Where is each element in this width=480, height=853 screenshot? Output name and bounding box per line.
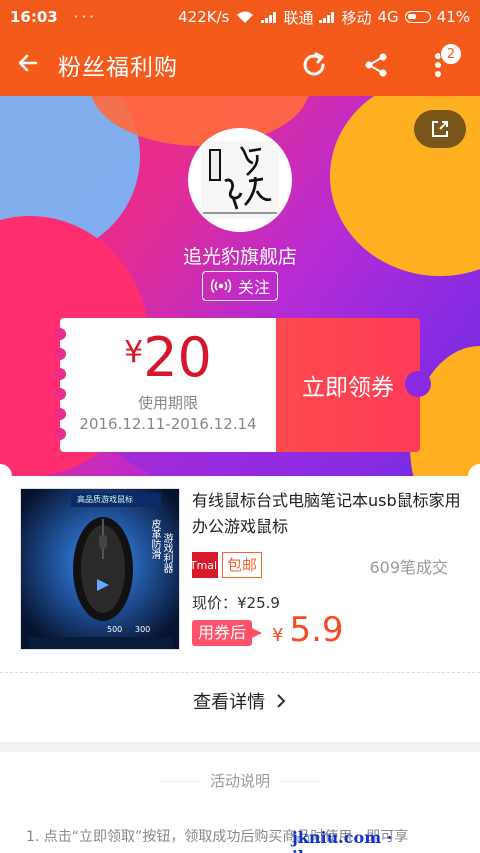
more-menu-button[interactable]: 2 <box>418 43 462 85</box>
refresh-button[interactable] <box>294 45 334 85</box>
follow-label: 关注 <box>237 278 270 297</box>
status-time: 16:03 <box>10 8 58 26</box>
free-shipping-badge: 包邮 <box>222 552 263 578</box>
coupon-amount: ¥20 <box>60 326 276 389</box>
follow-button[interactable]: 关注 <box>202 271 278 301</box>
coupon-card: ¥20 使用期限 2016.12.11-2016.12.14 立即领券 <box>54 318 431 452</box>
product-card[interactable]: 高品质游戏鼠标 皮革防滑 游戏利器 500 300 有线鼠标台式电脑笔记本usb… <box>0 464 480 742</box>
signal-icon-2 <box>319 11 335 23</box>
export-icon <box>432 121 448 137</box>
watermark: jkniu.com · jkmrp.com <box>292 828 393 853</box>
activity-title-text: 活动说明 <box>209 772 270 790</box>
product-title[interactable]: 有线鼠标台式电脑笔记本usb鼠标家用办公游戏鼠标 <box>192 488 462 540</box>
broadcast-icon <box>210 278 232 294</box>
network-speed: 422K/s <box>178 8 230 26</box>
wifi-icon <box>237 11 254 23</box>
notification-badge: 2 <box>440 43 462 65</box>
shop-avatar[interactable] <box>188 128 292 232</box>
product-image-spec-2: 300 <box>135 625 151 634</box>
decor-blob <box>410 346 480 476</box>
share-button[interactable] <box>356 45 396 85</box>
refresh-icon <box>303 52 325 76</box>
app-header: 粉丝福利购 2 <box>0 34 480 96</box>
final-price-currency: ¥ <box>272 625 284 646</box>
back-button[interactable] <box>0 48 56 83</box>
page-title: 粉丝福利购 <box>58 55 178 81</box>
more-dots-icon: ··· <box>73 8 98 26</box>
chevron-right-icon <box>277 694 286 708</box>
shop-logo <box>201 141 279 219</box>
claim-coupon-button[interactable]: 立即领券 <box>276 318 431 452</box>
signal-icon <box>261 11 277 23</box>
shop-hero: 追光豹旗舰店 关注 ¥20 使用期限 2016.12.11-2016.12.14… <box>0 96 480 476</box>
after-coupon-tag: 用券后 <box>192 620 263 646</box>
claim-coupon-label: 立即领券 <box>302 375 394 401</box>
activity-title: 活动说明 <box>0 770 480 791</box>
share-icon <box>365 53 387 77</box>
product-image[interactable]: 高品质游戏鼠标 皮革防滑 游戏利器 500 300 <box>20 488 180 650</box>
view-details-link[interactable]: 查看详情 <box>0 688 480 714</box>
coupon-validity-label: 使用期限 <box>137 394 198 412</box>
divider <box>0 672 480 673</box>
coupon-dates: 2016.12.11-2016.12.14 <box>79 415 257 433</box>
sales-count: 609笔成交 <box>369 558 448 577</box>
product-image-banner: 高品质游戏鼠标 <box>77 495 133 504</box>
product-image-spec-1: 500 <box>107 625 123 634</box>
status-bar: 16:03 ··· 422K/s 联通 移动 4G 41% <box>0 0 480 34</box>
current-price: 现价：¥25.9 <box>192 594 280 612</box>
product-image-text-right: 游戏利器 <box>161 533 172 573</box>
coupon-currency: ¥ <box>124 335 144 370</box>
battery-level: 41% <box>436 8 470 26</box>
carrier-1: 联通 <box>283 8 314 27</box>
view-details-label: 查看详情 <box>193 692 266 713</box>
final-price: ¥5.9 <box>272 610 344 650</box>
hero-share-button[interactable] <box>414 110 466 148</box>
back-arrow-icon <box>18 54 38 71</box>
coupon-value-panel: ¥20 使用期限 2016.12.11-2016.12.14 <box>54 318 276 452</box>
shop-name: 追光豹旗舰店 <box>182 246 297 268</box>
battery-icon <box>404 11 431 23</box>
carrier-2: 移动 <box>341 8 372 27</box>
network-type: 4G <box>377 8 399 26</box>
tmall-badge: Tmall <box>190 552 220 578</box>
coupon-value: 20 <box>143 326 212 389</box>
final-price-value: 5.9 <box>289 610 344 650</box>
